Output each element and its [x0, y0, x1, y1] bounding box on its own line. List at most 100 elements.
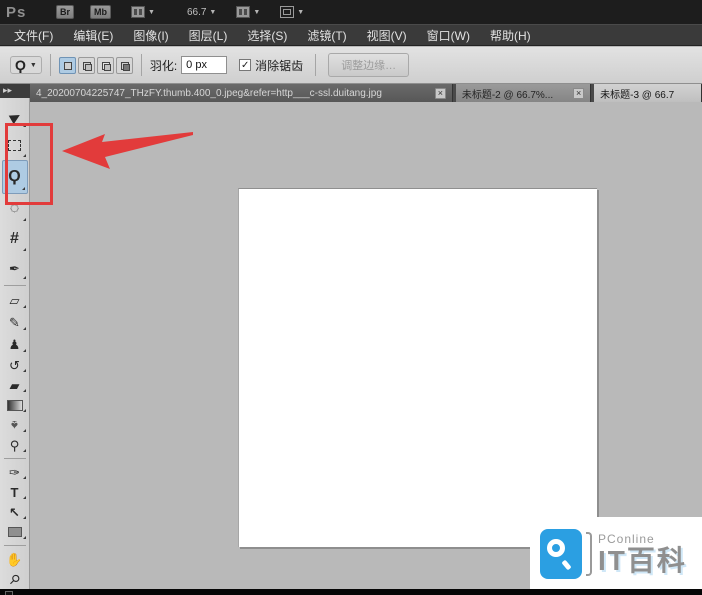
dodge-tool[interactable]: ⚲ — [2, 435, 28, 455]
feather-label: 羽化: — [149, 58, 178, 73]
tab-title: 未标题-2 @ 66.7%... — [461, 89, 554, 101]
divider — [3, 285, 26, 286]
rectangle-shape-icon — [7, 527, 22, 537]
menu-window[interactable]: 窗口(W) — [427, 27, 470, 44]
gradient-icon — [6, 399, 23, 411]
bridge-button[interactable]: Br — [56, 5, 75, 19]
tool-preset-picker[interactable]: Ϙ ▼ — [10, 56, 42, 74]
view-extras-dropdown[interactable]: ▼ — [131, 6, 155, 18]
type-icon: T — [10, 484, 19, 500]
type-tool[interactable]: T — [2, 482, 28, 502]
menu-file[interactable]: 文件(F) — [14, 27, 53, 44]
hand-icon: ✋ — [6, 551, 23, 567]
clone-stamp-icon: ♟ — [8, 336, 21, 352]
title-bar: Ps Br Mb ▼ 66.7 ▼ ▼ ▼ — [0, 0, 702, 24]
menu-help[interactable]: 帮助(H) — [490, 27, 531, 44]
refine-edge-button[interactable]: 调整边缘… — [328, 53, 410, 77]
tool-options-bar: Ϙ ▼ 羽化: 0 px ✓ 消除锯齿 调整边缘… — [0, 47, 702, 84]
subtract-from-selection-button[interactable] — [96, 56, 114, 74]
tab-document-1[interactable]: 4_20200704225747_THzFY.thumb.400_0.jpeg&… — [30, 84, 453, 102]
view-extras-icon — [131, 6, 146, 18]
annotation-arrow — [62, 132, 193, 169]
ps-logo: Ps — [6, 3, 27, 21]
mini-bridge-button[interactable]: Mb — [90, 5, 112, 19]
menu-view[interactable]: 视图(V) — [367, 27, 407, 44]
eyedropper-tool[interactable]: ✒ — [2, 254, 28, 282]
intersect-selection-button[interactable] — [115, 56, 133, 74]
close-icon[interactable]: × — [573, 87, 585, 99]
tab-title: 未标题-3 @ 66.7 — [600, 89, 675, 101]
document-tab-bar: 4_20200704225747_THzFY.thumb.400_0.jpeg&… — [30, 84, 702, 102]
healing-brush-tool[interactable]: ▱ — [2, 289, 28, 311]
watermark-brand: PConline — [598, 531, 655, 546]
menu-layer[interactable]: 图层(L) — [189, 27, 228, 44]
document-canvas[interactable] — [238, 188, 597, 547]
watermark-title: IT百科 — [598, 544, 687, 576]
magnifier-icon: ⚲ — [5, 570, 24, 588]
separator — [49, 54, 51, 76]
tool-panel-collapse-button[interactable]: ▸▸ — [0, 84, 30, 98]
zoom-tool[interactable]: ⚲ — [2, 569, 28, 589]
chevron-down-icon: ▼ — [297, 8, 305, 16]
tab-title: 4_20200704225747_THzFY.thumb.400_0.jpeg&… — [36, 87, 382, 99]
photoshop-window: Ps Br Mb ▼ 66.7 ▼ ▼ ▼ 文件(F) 编辑(E) 图像(I) … — [0, 0, 702, 595]
divider — [3, 458, 26, 459]
chevron-down-icon: ▼ — [148, 8, 155, 16]
antialias-checkbox[interactable]: ✓ — [239, 59, 252, 71]
menu-filter[interactable]: 滤镜(T) — [307, 27, 346, 44]
blur-tool[interactable]: ♠ — [2, 415, 28, 435]
menu-bar: 文件(F) 编辑(E) 图像(I) 图层(L) 选择(S) 滤镜(T) 视图(V… — [0, 24, 702, 46]
arrange-documents-icon — [236, 6, 251, 18]
dodge-icon: ⚲ — [9, 437, 20, 453]
menu-image[interactable]: 图像(I) — [133, 27, 168, 44]
separator — [315, 54, 317, 76]
eraser-tool[interactable]: ▰ — [2, 375, 28, 395]
path-selection-icon: ↖ — [9, 504, 20, 520]
chevron-down-icon: ▼ — [253, 8, 261, 16]
chevron-down-icon: ▼ — [29, 61, 37, 69]
crop-tool[interactable]: # — [2, 224, 28, 254]
watermark-bracket — [586, 531, 592, 576]
blur-drop-icon: ♠ — [11, 417, 18, 433]
watermark-magnifier-icon — [540, 528, 582, 579]
eraser-icon: ▰ — [9, 377, 20, 393]
add-to-selection-button[interactable] — [77, 56, 95, 74]
zoom-level-dropdown[interactable]: 66.7 ▼ — [187, 7, 216, 18]
feather-input[interactable]: 0 px — [181, 56, 228, 74]
clone-stamp-tool[interactable]: ♟ — [2, 333, 28, 355]
tab-document-2[interactable]: 未标题-2 @ 66.7%... × — [455, 84, 592, 102]
screen-mode-icon — [280, 6, 295, 18]
brush-tool[interactable]: ✎ — [2, 311, 28, 333]
antialias-label: 消除锯齿 — [255, 58, 304, 73]
screen-mode-dropdown[interactable]: ▼ — [280, 6, 304, 18]
zoom-level-value: 66.7 — [186, 6, 207, 18]
chevron-down-icon: ▼ — [209, 8, 217, 16]
eyedropper-icon: ✒ — [9, 260, 20, 276]
pen-tool[interactable]: ✑ — [2, 462, 28, 482]
new-selection-button[interactable] — [58, 56, 76, 74]
pen-icon: ✑ — [9, 464, 20, 480]
lasso-icon: Ϙ — [15, 57, 26, 73]
divider — [3, 545, 26, 546]
menu-select[interactable]: 选择(S) — [247, 27, 287, 44]
shape-tool[interactable] — [2, 522, 28, 542]
hand-tool[interactable]: ✋ — [2, 549, 28, 569]
gradient-tool[interactable] — [2, 395, 28, 415]
annotation-highlight-box — [5, 123, 53, 205]
tab-document-3-active[interactable]: 未标题-3 @ 66.7 — [594, 84, 702, 102]
separator — [140, 54, 142, 76]
selection-mode-buttons — [58, 56, 133, 74]
watermark: PConline IT百科 — [530, 517, 702, 590]
bottom-bar — [0, 589, 702, 595]
move-icon: ▶ — [6, 107, 23, 125]
history-brush-tool[interactable]: ↺ — [2, 355, 28, 375]
crop-icon: # — [10, 230, 19, 247]
brush-icon: ✎ — [9, 314, 20, 330]
menu-edit[interactable]: 编辑(E) — [73, 27, 113, 44]
close-icon[interactable]: × — [434, 87, 446, 99]
history-brush-icon: ↺ — [9, 357, 20, 373]
mini-foreground-swatch — [4, 591, 13, 595]
path-selection-tool[interactable]: ↖ — [2, 502, 28, 522]
healing-brush-icon: ▱ — [9, 292, 20, 308]
arrange-documents-dropdown[interactable]: ▼ — [236, 6, 260, 18]
